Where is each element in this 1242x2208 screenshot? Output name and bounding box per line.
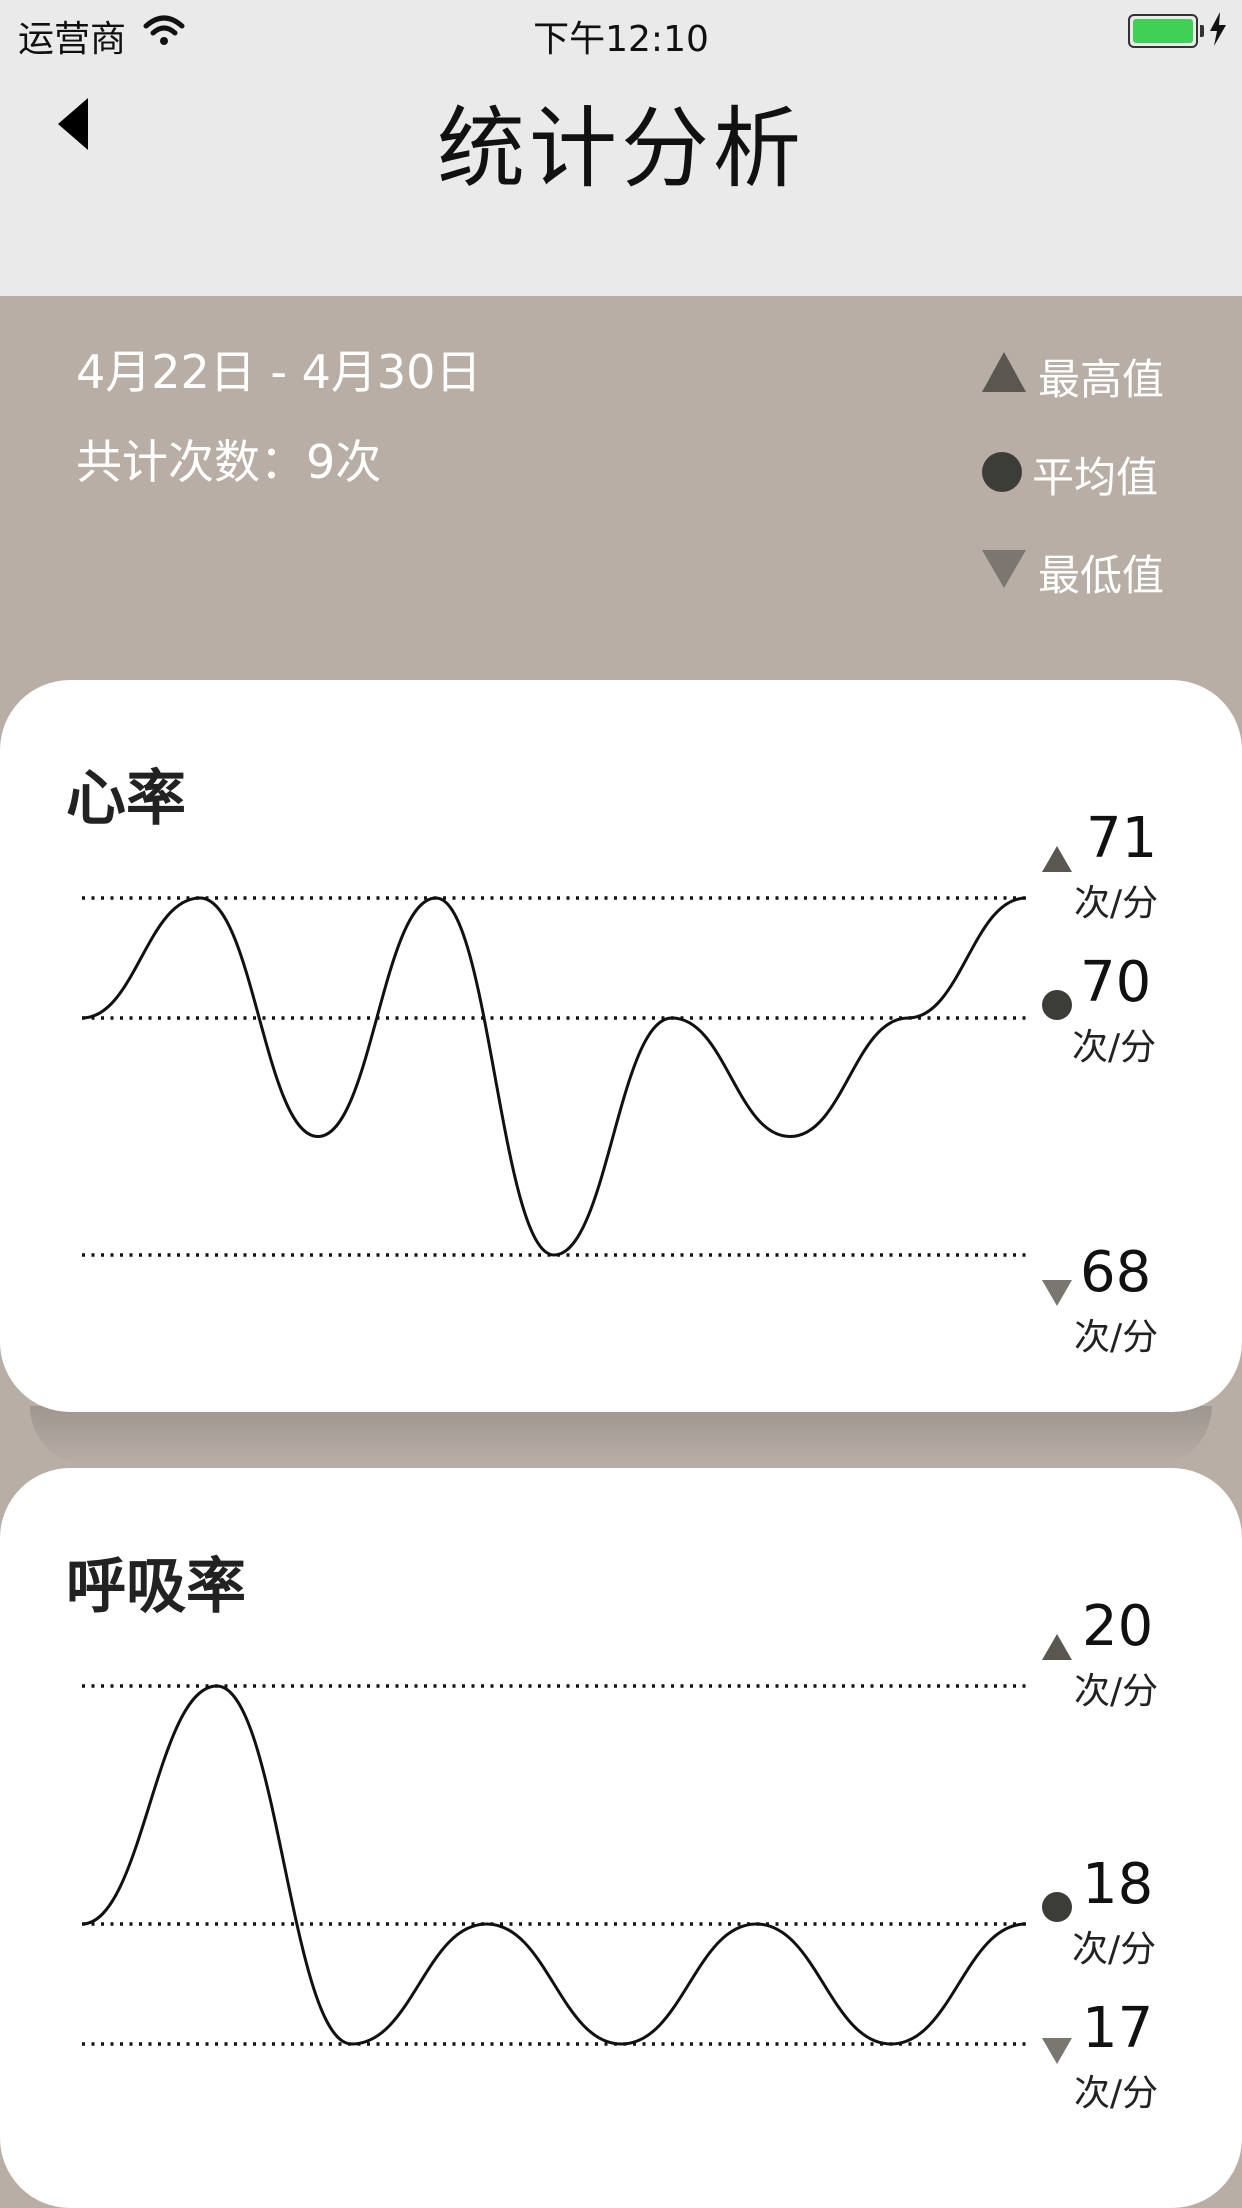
min-value: 17 — [1082, 1996, 1154, 2061]
legend-label-min: 最低值 — [1038, 551, 1165, 600]
triangle-up-icon — [1042, 1634, 1072, 1660]
card-shadow — [30, 1406, 1212, 1466]
circle-icon — [1042, 1892, 1072, 1922]
max-value: 71 — [1086, 806, 1158, 871]
max-unit: 次/分 — [1074, 1671, 1159, 1712]
triangle-down-icon — [982, 550, 1026, 588]
circle-icon — [1042, 990, 1072, 1020]
series-line — [81, 896, 1027, 1257]
summary-panel: 4月22日 - 4月30日 共计次数：9次 最高值 平均值 最低值 — [0, 296, 1242, 686]
min-value: 68 — [1080, 1240, 1152, 1305]
series-line — [81, 1684, 1027, 2046]
max-value: 20 — [1082, 1594, 1154, 1659]
status-bar: 运营商 下午12:10 — [0, 0, 1242, 64]
triangle-up-icon — [1042, 846, 1072, 872]
triangle-down-icon — [1042, 1280, 1072, 1306]
avg-unit: 次/分 — [1072, 1027, 1157, 1068]
battery-level — [1133, 19, 1193, 43]
circle-icon — [982, 452, 1022, 492]
triangle-down-icon — [1042, 2038, 1072, 2064]
avg-value: 70 — [1080, 950, 1152, 1015]
respiratory-rate-card: 呼吸率 20 次/分 18 次/分 17 次/分 — [0, 1468, 1242, 2208]
heart-rate-card: 心率 71 次/分 70 次/分 68 次/分 — [0, 680, 1242, 1412]
legend-label-max: 最高值 — [1038, 355, 1165, 404]
avg-value: 18 — [1082, 1852, 1154, 1917]
respiratory-rate-chart — [81, 1684, 1030, 2046]
charging-bolt-icon — [1210, 12, 1226, 46]
avg-unit: 次/分 — [1072, 1929, 1157, 1970]
battery-nub — [1200, 25, 1204, 37]
page-title: 统计分析 — [436, 97, 805, 200]
date-range: 4月22日 - 4月30日 — [76, 345, 482, 399]
status-time: 下午12:10 — [533, 19, 709, 60]
total-count: 共计次数：9次 — [76, 435, 382, 489]
legend-label-avg: 平均值 — [1032, 453, 1159, 502]
max-unit: 次/分 — [1074, 883, 1159, 924]
screen: 运营商 下午12:10 统计分析 4月22日 - 4月30日 共计次数：9次 最… — [0, 0, 1242, 2208]
header: 运营商 下午12:10 统计分析 — [0, 0, 1242, 296]
battery-icon — [1128, 14, 1204, 48]
min-unit: 次/分 — [1074, 2073, 1159, 2114]
triangle-up-icon — [982, 352, 1026, 392]
min-unit: 次/分 — [1074, 1317, 1159, 1358]
